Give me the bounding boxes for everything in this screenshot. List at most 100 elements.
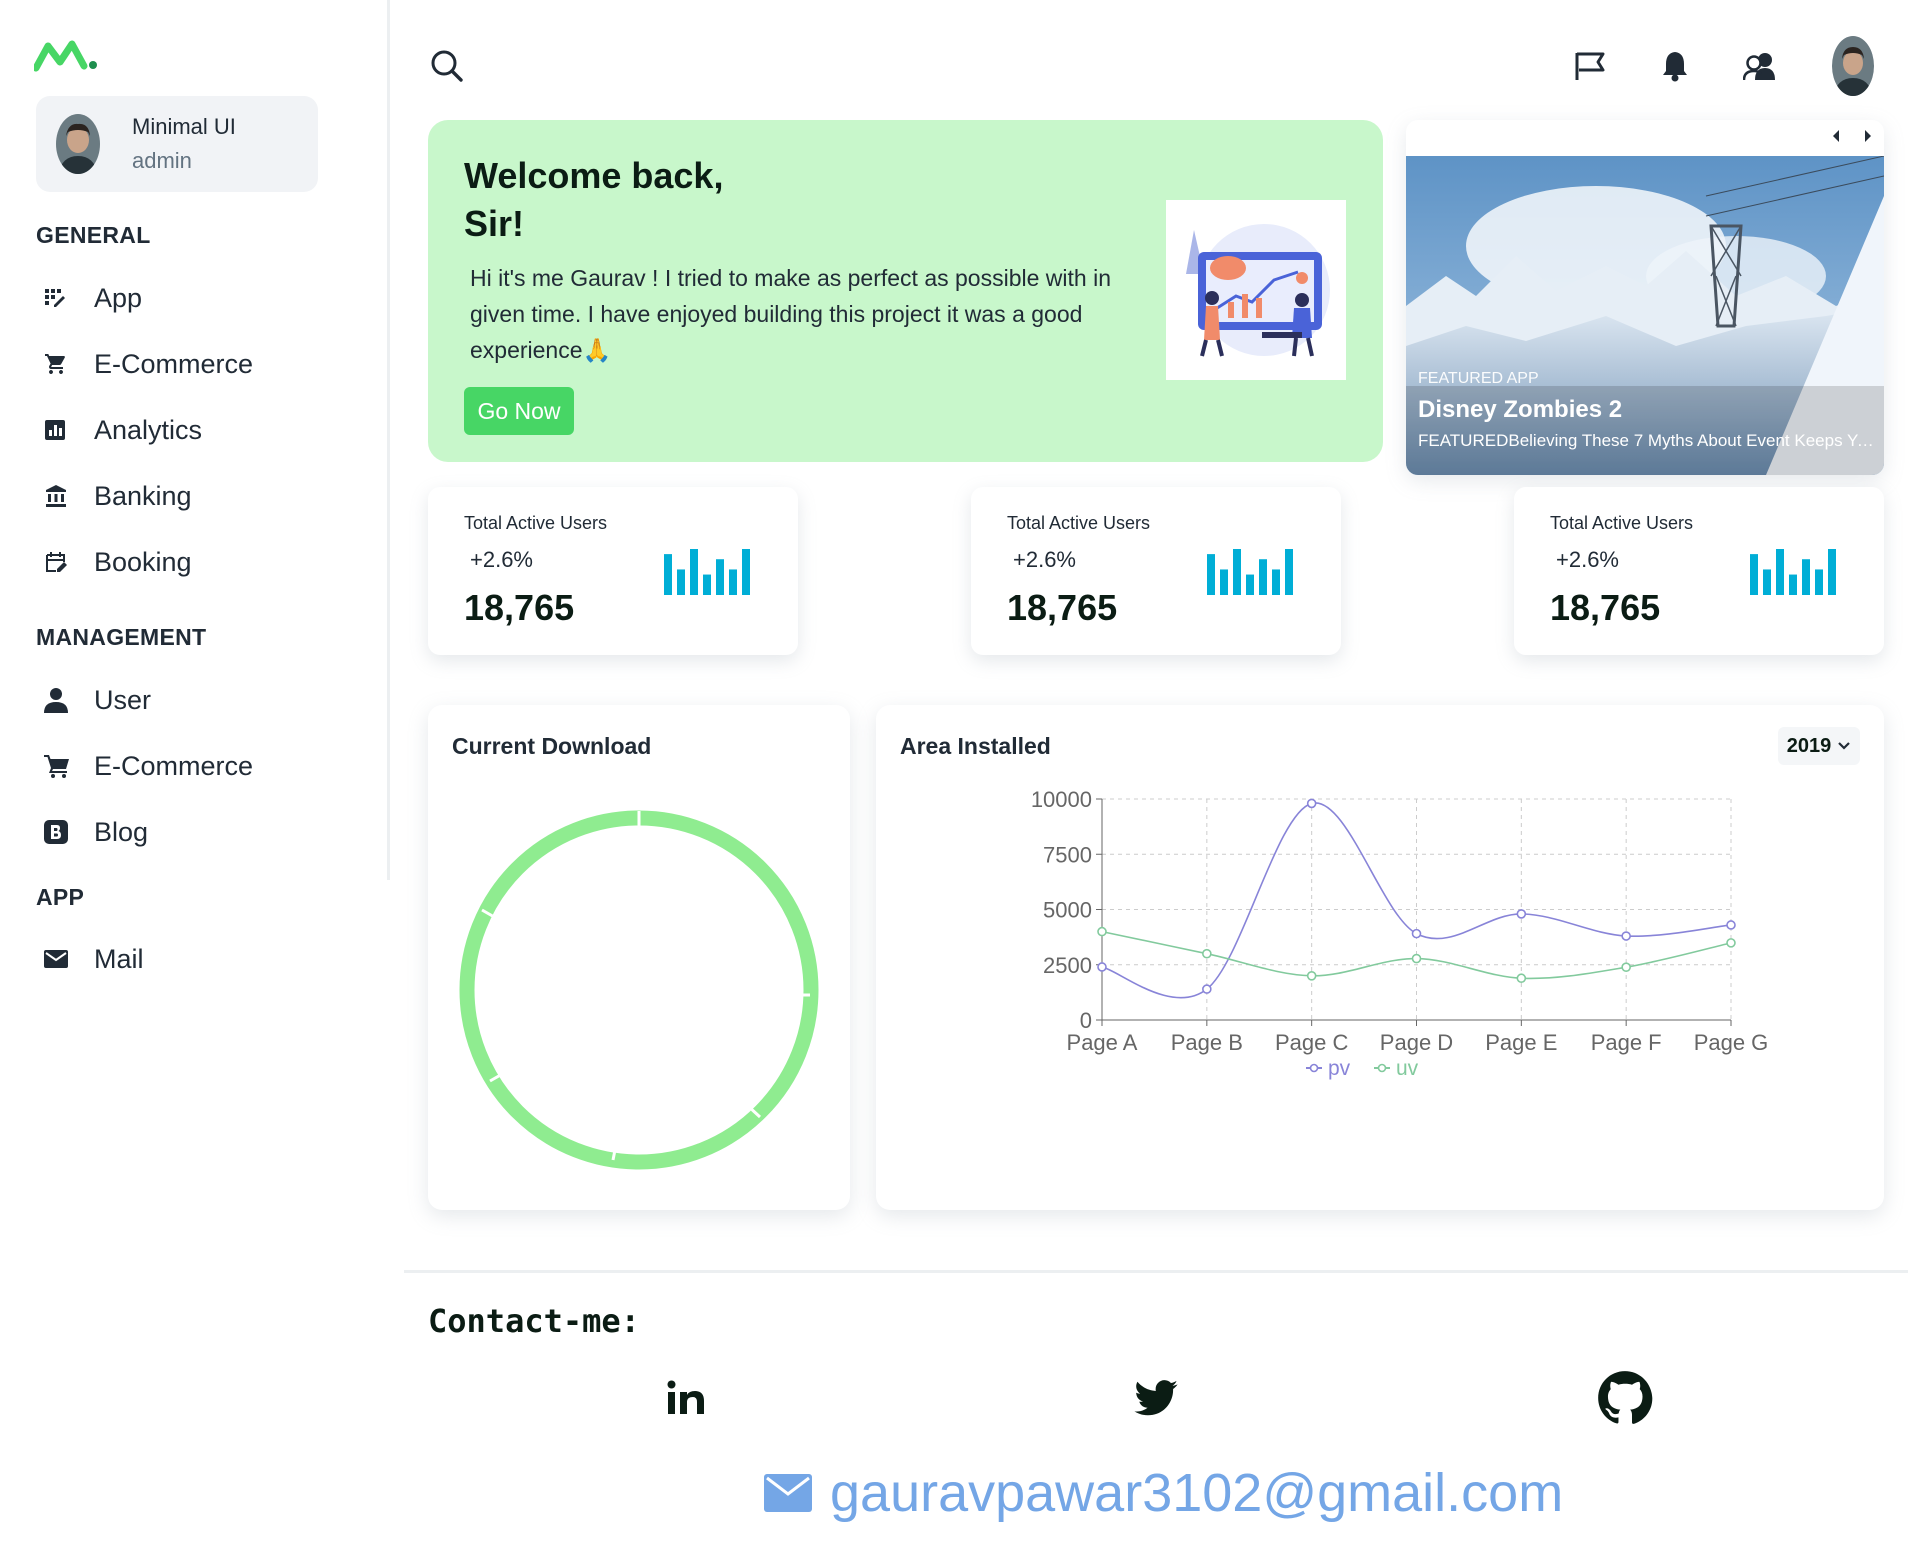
stat-bar-chart bbox=[1750, 549, 1836, 595]
sidebar-item-label: Booking bbox=[94, 546, 192, 577]
sidebar-item-app[interactable]: App bbox=[36, 273, 356, 323]
analytics-icon bbox=[36, 415, 76, 445]
sidebar-item-label: Blog bbox=[94, 816, 149, 847]
sidebar-item-analytics[interactable]: Analytics bbox=[36, 405, 356, 455]
section-title-app: APP bbox=[36, 884, 85, 910]
chevron-down-icon bbox=[1838, 742, 1851, 750]
divider bbox=[404, 1270, 1908, 1273]
bell-icon[interactable] bbox=[1655, 46, 1695, 86]
data-point-uv bbox=[1726, 938, 1736, 948]
avatar[interactable] bbox=[1832, 36, 1874, 96]
account-name: Minimal UI bbox=[132, 114, 236, 139]
stat-label: Total Active Users bbox=[1007, 513, 1151, 533]
welcome-card: Welcome back, Sir! Hi it's me Gaurav ! I… bbox=[428, 120, 1383, 462]
y-tick-label: 10000 bbox=[1031, 787, 1092, 812]
welcome-text: Hi it's me Gaurav ! I tried to make as p… bbox=[470, 265, 1111, 363]
featured-image bbox=[1406, 156, 1884, 475]
data-point-uv bbox=[1621, 962, 1631, 972]
y-tick-label: 7500 bbox=[1043, 842, 1092, 867]
data-point-pv bbox=[1726, 920, 1736, 930]
stat-card: Total Active Users +2.6% 18,765 bbox=[971, 487, 1341, 655]
sidebar-item-label: User bbox=[94, 684, 152, 715]
welcome-title-line1: Welcome back, bbox=[464, 155, 724, 196]
calendar-icon bbox=[36, 547, 76, 577]
data-point-pv bbox=[1411, 928, 1422, 939]
year-select-value: 2019 bbox=[1786, 734, 1832, 757]
x-tick-label: Page G bbox=[1694, 1030, 1769, 1055]
section-title-management: MANAGEMENT bbox=[36, 624, 207, 650]
featured-app-card[interactable]: FEATURED APP Disney Zombies 2 FEATUREDBe… bbox=[1406, 120, 1884, 475]
x-tick-label: Page B bbox=[1171, 1030, 1243, 1055]
data-point-pv bbox=[1202, 984, 1212, 994]
stat-bar bbox=[677, 569, 685, 595]
stat-bar bbox=[1828, 549, 1836, 595]
stat-bar bbox=[1789, 574, 1797, 595]
y-tick-label: 5000 bbox=[1043, 898, 1092, 923]
data-point-pv bbox=[1516, 909, 1527, 919]
email-link[interactable]: gauravpawar3102@gmail.com bbox=[764, 1462, 1563, 1524]
presentation-illustration bbox=[1166, 200, 1346, 380]
x-tick-label: Page A bbox=[1067, 1030, 1138, 1055]
legend-label: uv bbox=[1396, 1057, 1419, 1080]
data-point-uv bbox=[1516, 973, 1527, 984]
github-icon[interactable] bbox=[1595, 1368, 1655, 1428]
legend-item-pv[interactable]: pv bbox=[1306, 1057, 1351, 1080]
stat-bar bbox=[690, 549, 698, 595]
stat-bar bbox=[729, 569, 737, 595]
x-tick-label: Page F bbox=[1591, 1030, 1662, 1055]
year-select[interactable]: 2019 bbox=[1778, 727, 1860, 765]
email-address: gauravpawar3102@gmail.com bbox=[830, 1463, 1564, 1523]
current-download-title: Current Download bbox=[452, 733, 652, 759]
stat-percent: +2.6% bbox=[1013, 547, 1076, 572]
stat-value: 18,765 bbox=[1550, 587, 1661, 628]
stat-bar bbox=[1246, 574, 1254, 595]
stat-bar bbox=[1815, 569, 1823, 595]
legend-label: pv bbox=[1328, 1057, 1351, 1080]
stat-card: Total Active Users +2.6% 18,765 bbox=[428, 487, 798, 655]
stat-bar bbox=[1259, 559, 1267, 595]
flag-icon[interactable] bbox=[1570, 46, 1610, 86]
contact-title: Contact-me: bbox=[428, 1302, 640, 1340]
stat-bar-chart bbox=[1207, 549, 1293, 595]
sidebar-item-blog[interactable]: Blog bbox=[36, 807, 356, 857]
stat-bar-chart bbox=[664, 549, 750, 595]
sidebar-item-banking[interactable]: Banking bbox=[36, 471, 356, 521]
stat-bar bbox=[742, 549, 750, 595]
sidebar-item-booking[interactable]: Booking bbox=[36, 537, 356, 587]
legend-item-uv[interactable]: uv bbox=[1374, 1057, 1419, 1080]
data-point-uv bbox=[1097, 926, 1107, 937]
go-now-button[interactable]: Go Now bbox=[464, 387, 574, 435]
sidebar: Minimal UI admin GENERAL App E-Commerce … bbox=[0, 0, 390, 974]
featured-title: Disney Zombies 2 bbox=[1418, 396, 1623, 423]
stat-value: 18,765 bbox=[1007, 587, 1118, 628]
contacts-icon[interactable] bbox=[1738, 46, 1782, 86]
stat-bar bbox=[703, 574, 711, 595]
featured-tag: FEATURED APP bbox=[1418, 370, 1539, 387]
stat-bar bbox=[1220, 569, 1228, 595]
welcome-title: Welcome back, Sir! bbox=[464, 152, 723, 248]
arrow-right-icon[interactable] bbox=[1862, 128, 1874, 144]
sidebar-item-ecommerce[interactable]: E-Commerce bbox=[36, 339, 356, 389]
download-donut-chart bbox=[459, 810, 819, 1170]
twitter-icon[interactable] bbox=[1126, 1368, 1186, 1428]
x-tick-label: Page C bbox=[1275, 1030, 1348, 1055]
featured-description: FEATUREDBelieving These 7 Myths About Ev… bbox=[1418, 431, 1878, 450]
arrow-left-icon[interactable] bbox=[1830, 128, 1842, 144]
sidebar-item-user[interactable]: User bbox=[36, 675, 356, 725]
sidebar-item-label: App bbox=[94, 282, 143, 313]
data-point-pv bbox=[1306, 798, 1317, 809]
user-icon bbox=[36, 685, 76, 715]
current-download-card: Current Download bbox=[428, 705, 850, 1210]
stat-bar bbox=[1207, 554, 1215, 595]
linkedin-icon[interactable] bbox=[657, 1368, 717, 1428]
data-point-pv bbox=[1097, 962, 1107, 972]
account-card[interactable]: Minimal UI admin bbox=[36, 96, 318, 192]
sidebar-item-ecommerce-management[interactable]: E-Commerce bbox=[36, 741, 356, 791]
account-role: admin bbox=[132, 148, 192, 173]
logo[interactable] bbox=[34, 38, 100, 72]
sidebar-item-mail[interactable]: Mail bbox=[36, 934, 356, 984]
mail-icon bbox=[36, 944, 76, 974]
search-icon[interactable] bbox=[424, 46, 470, 86]
sidebar-item-label: Analytics bbox=[94, 414, 203, 445]
stat-bar bbox=[1750, 554, 1758, 595]
